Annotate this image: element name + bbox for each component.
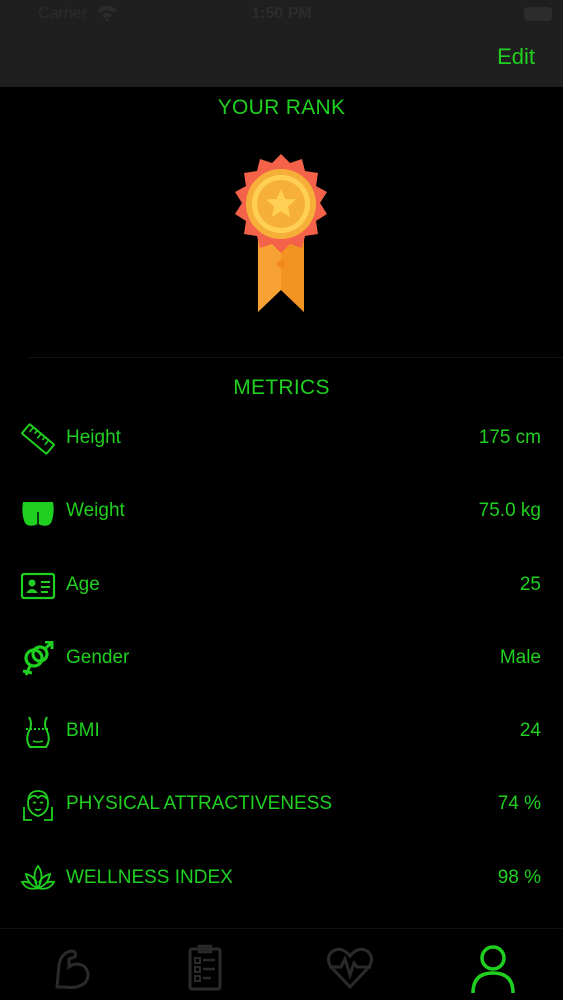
ruler-icon xyxy=(20,421,56,457)
tab-workout[interactable] xyxy=(47,943,103,993)
gender-icon xyxy=(20,640,56,677)
battery-icon xyxy=(524,7,552,21)
muscle-icon xyxy=(47,949,97,997)
metric-value: 74 % xyxy=(497,793,541,814)
metric-row-wellness[interactable]: WELLNESS INDEX 98 % xyxy=(0,855,563,901)
metric-value: 25 xyxy=(519,574,541,595)
metric-value: 175 cm xyxy=(478,427,541,448)
metric-label: BMI xyxy=(66,720,100,741)
metric-label: Gender xyxy=(66,647,130,668)
tab-health[interactable] xyxy=(325,943,381,993)
status-bar: Carrier 1:50 PM xyxy=(0,0,563,28)
metric-label: PHYSICAL ATTRACTIVENESS xyxy=(66,793,333,814)
medal-icon xyxy=(228,152,334,318)
metrics-title: METRICS xyxy=(233,376,330,399)
tab-checklist[interactable] xyxy=(181,943,237,993)
body-weight-icon xyxy=(20,494,56,530)
metric-row-age[interactable]: Age 25 xyxy=(0,562,563,608)
rank-title: YOUR RANK xyxy=(217,96,346,119)
metric-row-weight[interactable]: Weight 75.0 kg xyxy=(0,488,563,534)
metric-row-bmi[interactable]: BMI 24 xyxy=(0,708,563,754)
metric-value: 75.0 kg xyxy=(478,500,541,521)
heart-pulse-icon xyxy=(325,947,375,997)
profile-icon xyxy=(465,945,521,999)
navigation-bar: Edit xyxy=(0,28,563,87)
lotus-icon xyxy=(20,861,56,897)
metric-row-height[interactable]: Height 175 cm xyxy=(0,415,563,461)
metric-label: WELLNESS INDEX xyxy=(66,867,233,888)
id-card-icon xyxy=(20,568,56,604)
metric-row-attractiveness[interactable]: PHYSICAL ATTRACTIVENESS 74 % xyxy=(0,781,563,827)
metric-value: 24 xyxy=(519,720,541,741)
metric-value: 98 % xyxy=(497,867,541,888)
status-time: 1:50 PM xyxy=(251,5,312,22)
metric-value: Male xyxy=(499,647,541,668)
metric-label: Weight xyxy=(66,500,125,521)
metric-label: Height xyxy=(66,427,121,448)
section-divider xyxy=(28,357,563,358)
clipboard-icon xyxy=(181,944,231,997)
edit-button[interactable]: Edit xyxy=(497,44,535,70)
metric-row-gender[interactable]: Gender Male xyxy=(0,635,563,681)
metric-label: Age xyxy=(66,574,100,595)
face-icon xyxy=(20,787,56,823)
tab-profile[interactable] xyxy=(465,943,521,994)
waist-icon xyxy=(20,714,56,750)
tab-bar xyxy=(0,928,563,1000)
